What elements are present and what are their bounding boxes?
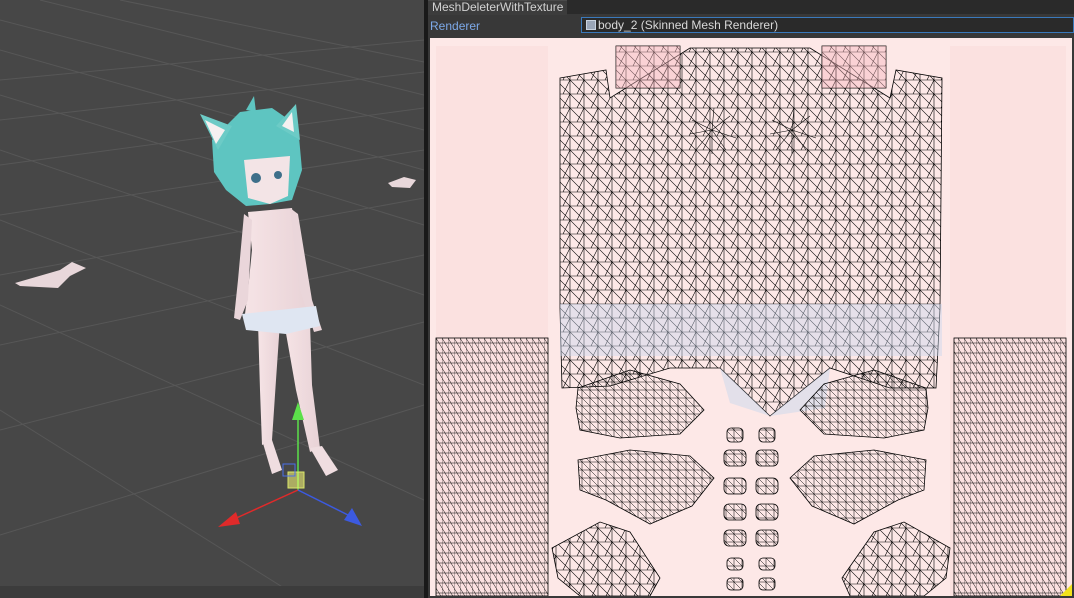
uv-island-leg-right bbox=[953, 337, 1067, 596]
skinned-mesh-renderer-icon bbox=[586, 20, 596, 30]
uv-wireframe-view[interactable] bbox=[430, 38, 1072, 596]
transform-gizmo[interactable] bbox=[218, 402, 362, 527]
scene-grid bbox=[0, 0, 424, 598]
z-axis-arrow-icon[interactable] bbox=[344, 508, 362, 526]
renderer-object-field[interactable]: body_2 (Skinned Mesh Renderer) bbox=[581, 17, 1074, 33]
renderer-label: Renderer bbox=[430, 19, 481, 33]
avatar-character[interactable] bbox=[200, 96, 338, 476]
x-axis-red[interactable] bbox=[231, 489, 299, 521]
x-axis-arrow-icon[interactable] bbox=[218, 512, 240, 527]
renderer-value: body_2 (Skinned Mesh Renderer) bbox=[598, 18, 779, 32]
tab-strip: MeshDeleterWithTexture bbox=[428, 0, 1074, 15]
scene-status-bar bbox=[0, 586, 424, 598]
uv-texture-canvas[interactable] bbox=[430, 38, 1072, 596]
uv-island-nails bbox=[723, 427, 779, 591]
z-axis-blue[interactable] bbox=[297, 489, 351, 517]
mesh-deleter-window: MeshDeleterWithTexture Renderer body_2 (… bbox=[428, 0, 1074, 598]
hand-decal-right bbox=[388, 177, 416, 188]
uv-island-torso bbox=[559, 47, 943, 417]
scene-viewport[interactable] bbox=[0, 0, 424, 598]
gizmo-plane-handle[interactable] bbox=[287, 471, 305, 489]
uv-island-feet bbox=[551, 521, 951, 596]
resize-handle-icon[interactable] bbox=[1060, 584, 1072, 596]
tab-mesh-deleter[interactable]: MeshDeleterWithTexture bbox=[428, 0, 568, 15]
scene-view[interactable] bbox=[0, 0, 424, 598]
uv-island-leg-left bbox=[435, 337, 549, 596]
